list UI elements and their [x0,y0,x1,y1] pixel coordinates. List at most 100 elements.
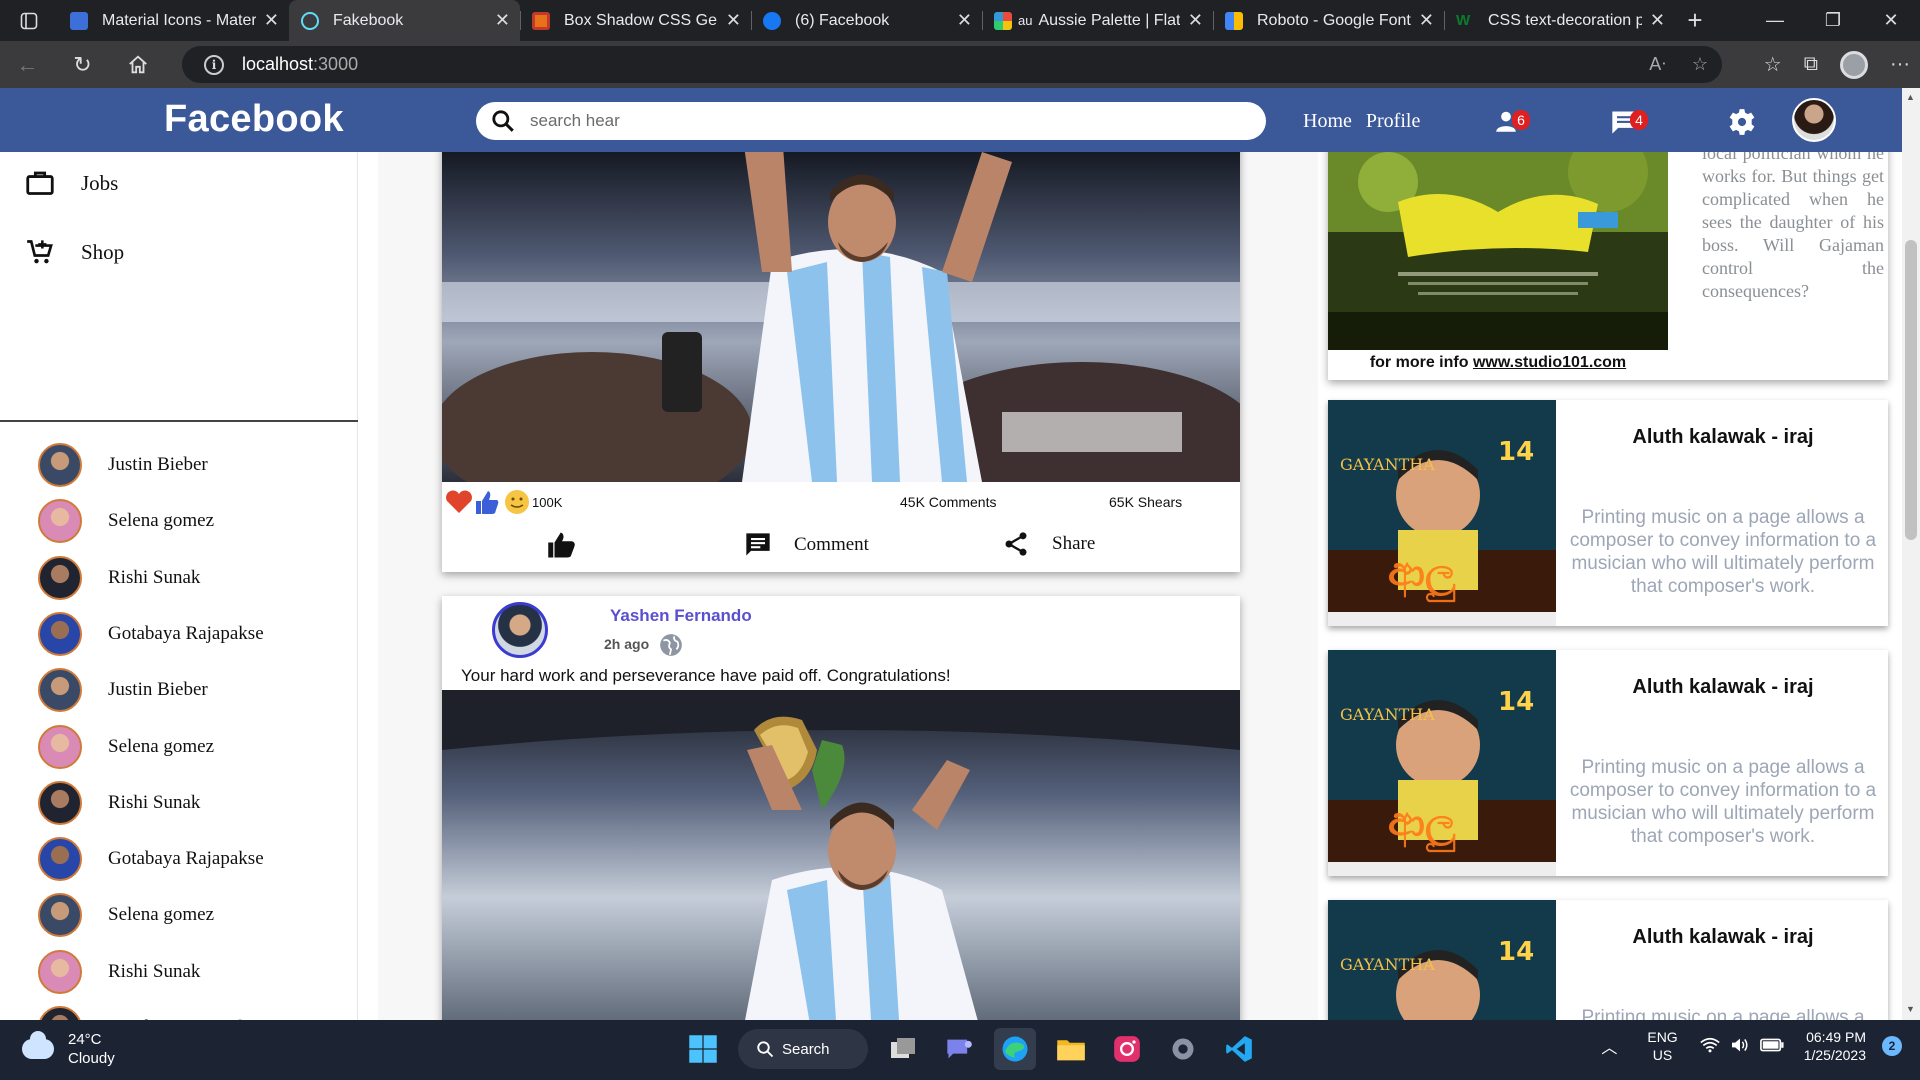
new-tab-button[interactable]: + [1675,0,1715,41]
browser-tab[interactable]: au Aussie Palette | Flat UI ✕ [982,0,1213,41]
shares-count[interactable]: 65K Shears [1109,494,1182,510]
language-indicator[interactable]: ENG US [1647,1028,1677,1064]
nav-profile-link[interactable]: Profile [1366,110,1420,133]
post-author-avatar[interactable] [492,602,548,658]
movie-poster[interactable] [1328,152,1668,350]
site-logo[interactable]: Facebook [164,98,344,141]
tab-title: Material Icons - Material [102,11,256,29]
close-tab-icon[interactable]: ✕ [264,10,279,31]
start-windows-icon[interactable] [682,1028,724,1070]
volume-icon[interactable] [1730,1037,1750,1056]
friend-item[interactable]: Rishi Sunak [38,555,200,601]
more-info-link[interactable]: www.studio101.com [1473,354,1626,371]
scroll-up-icon[interactable]: ▲ [1906,92,1915,102]
close-window-icon[interactable]: ✕ [1862,0,1920,41]
friend-item[interactable]: Gotabaya Rajapakse [38,836,264,882]
post-photo[interactable] [442,152,1240,482]
close-tab-icon[interactable]: ✕ [1419,10,1434,31]
browser-tab-bar: Material Icons - Material ✕ Fakebook ✕ Box… [0,0,1920,41]
minimize-icon[interactable]: — [1746,0,1804,41]
browser-tab[interactable]: Material Icons - Material ✕ [58,0,289,41]
profile-avatar-icon[interactable] [1840,50,1869,79]
friend-item[interactable]: Justin Bieber [38,667,208,713]
friend-item[interactable]: Rishi Sunak [38,949,200,995]
settings-icon[interactable] [1162,1028,1204,1070]
tab-actions-icon[interactable] [0,0,58,41]
wifi-icon[interactable] [1700,1037,1720,1056]
post-photo[interactable] [442,690,1240,1020]
battery-icon[interactable] [1759,1038,1784,1055]
concert-poster[interactable]: GAYANTHA14ආලු [1328,400,1556,626]
file-explorer-icon[interactable] [1050,1028,1092,1070]
address-bar[interactable]: i localhost:3000 Aᐧ ☆ [182,46,1722,83]
post-author-name[interactable]: Yashen Fernando [610,606,752,626]
taskbar-search[interactable]: Search [738,1029,868,1069]
maximize-icon[interactable]: ❐ [1804,0,1862,41]
sidebar-item-jobs[interactable]: Jobs [25,170,118,196]
friend-item[interactable]: Gotabaya Rajapakse [38,611,264,657]
close-tab-icon[interactable]: ✕ [957,10,972,31]
browser-tab[interactable]: W CSS text-decoration p ✕ [1444,0,1675,41]
settings-gear-icon[interactable] [1726,106,1758,138]
friend-item[interactable]: Justin Bieber [38,442,208,488]
edge-browser-icon[interactable] [994,1028,1036,1070]
weather-widget[interactable]: 24°C Cloudy [22,1030,115,1068]
back-arrow-icon[interactable]: ← [0,41,55,88]
svg-text:ආලු: ආලු [1388,549,1456,603]
taskbar: 24°C Cloudy Search ︿ ENG US 06:49 PM 1/2… [0,1020,1920,1080]
page-scrollbar[interactable]: ▲ ▼ [1902,88,1920,1020]
scroll-down-icon[interactable]: ▼ [1906,1004,1915,1014]
instagram-icon[interactable] [1106,1028,1148,1070]
friend-name: Justin Bieber [108,679,208,701]
teams-chat-icon[interactable] [938,1028,980,1070]
friend-requests-button[interactable]: 6 [1490,106,1530,138]
task-view-icon[interactable] [882,1028,924,1070]
sidebar-item-shop[interactable]: Shop [25,238,124,266]
movie-ad-card: local politician whom he works for. But … [1328,152,1888,380]
more-menu-icon[interactable]: ··· [1890,53,1910,76]
close-tab-icon[interactable]: ✕ [726,10,741,31]
site-info-icon[interactable]: i [204,54,224,75]
messages-button[interactable]: 4 [1608,106,1648,138]
friend-item[interactable]: Selena gomez [38,498,214,544]
friend-item[interactable]: Rishi Sunak [38,780,200,826]
add-favorite-icon[interactable]: ☆ [1692,54,1708,75]
close-tab-icon[interactable]: ✕ [495,10,510,31]
briefcase-icon [25,170,55,196]
browser-tab-active[interactable]: Fakebook ✕ [289,0,520,41]
comments-count[interactable]: 45K Comments [900,494,996,510]
svg-text:14: 14 [1498,687,1534,717]
comment-button[interactable]: Comment [744,531,869,559]
browser-tab[interactable]: (6) Facebook ✕ [751,0,982,41]
browser-tools: ☆ ⧉ ··· [1764,41,1910,88]
ad-title: Aluth kalawak - iraj [1632,676,1814,698]
close-tab-icon[interactable]: ✕ [1650,10,1665,31]
user-avatar[interactable] [1792,98,1836,142]
browser-tab[interactable]: Roboto - Google Fonts ✕ [1213,0,1444,41]
address-actions: Aᐧ ☆ [1649,54,1708,75]
notification-badge[interactable]: 2 [1882,1036,1902,1056]
favorites-icon[interactable]: ☆ [1764,52,1782,77]
clock[interactable]: 06:49 PM 1/25/2023 [1804,1028,1866,1064]
read-aloud-icon[interactable]: Aᐧ [1649,54,1666,75]
share-button[interactable]: Share [1002,530,1095,558]
browser-tab[interactable]: Box Shadow CSS Generator ✕ [520,0,751,41]
scrollbar-thumb[interactable] [1905,240,1917,540]
home-icon[interactable] [110,41,165,88]
reload-icon[interactable]: ↻ [55,41,110,88]
friend-item[interactable]: Selena gomez [38,892,214,938]
collections-icon[interactable]: ⧉ [1804,53,1818,76]
like-button[interactable] [547,531,577,565]
tab-title: Box Shadow CSS Generator [564,11,718,29]
close-tab-icon[interactable]: ✕ [1188,10,1203,31]
nav-home-link[interactable]: Home [1303,110,1352,133]
concert-poster[interactable]: GAYANTHA14ආලු [1328,900,1556,1020]
friend-item[interactable]: Selena gomez [38,724,214,770]
news-feed: 100K 45K Comments 65K Shears Comment Sha… [378,152,1318,1020]
friend-item[interactable]: Gotabaya Rajapakse [38,1005,264,1020]
search-box[interactable] [476,102,1266,140]
concert-poster[interactable]: GAYANTHA14ආලු [1328,650,1556,876]
search-input[interactable] [530,111,1230,131]
tray-overflow-chevron-icon[interactable]: ︿ [1601,1034,1617,1058]
vscode-icon[interactable] [1218,1028,1260,1070]
